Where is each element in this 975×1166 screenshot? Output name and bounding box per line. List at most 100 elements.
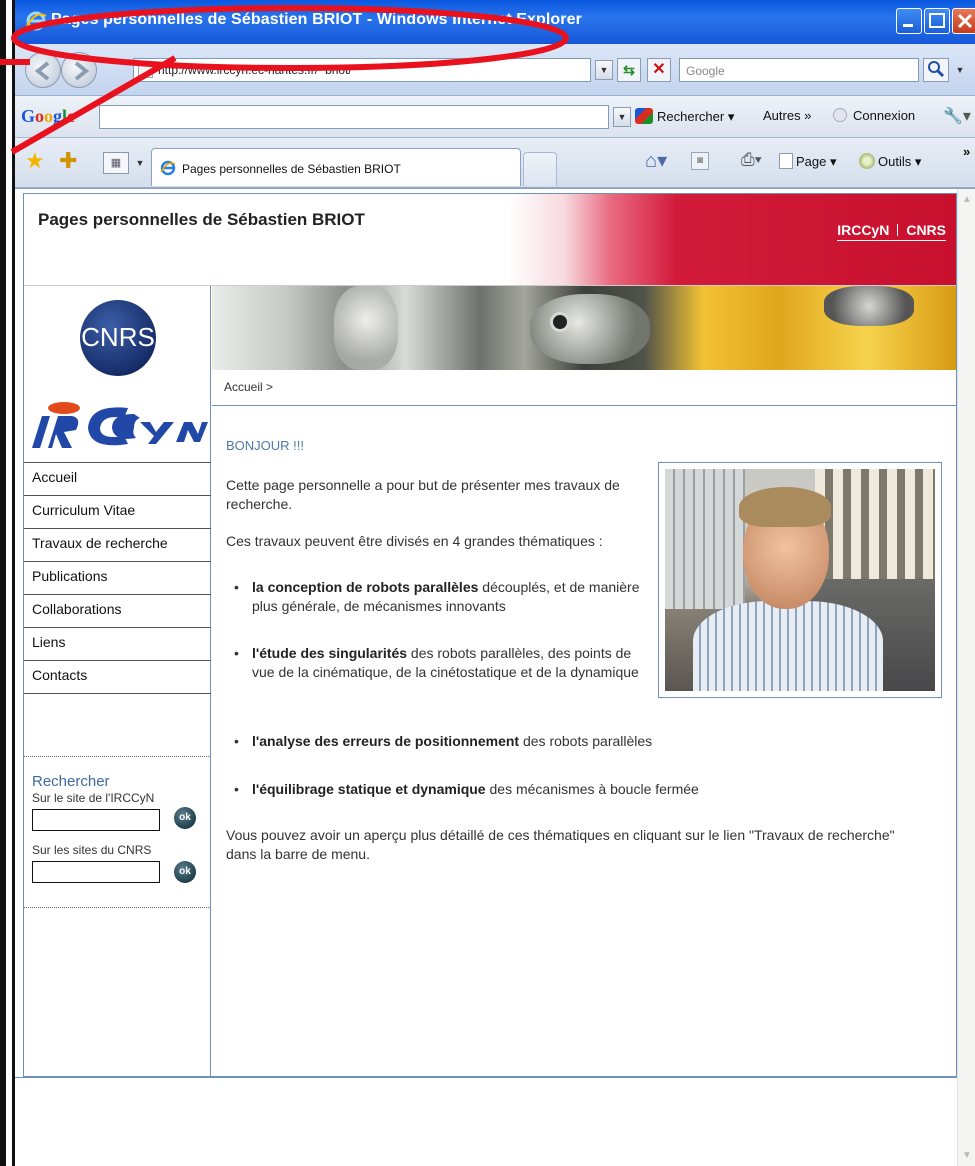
- tab-bar: ★ ✚ ▦ ▼ Pages personnelles de Sébastien …: [15, 138, 975, 188]
- google-search-icon: [635, 108, 653, 124]
- url-input[interactable]: http://www.irccyn.ec-nantes.fr/~briot/: [133, 58, 591, 82]
- close-icon: [957, 13, 973, 29]
- stop-button[interactable]: ✕: [647, 58, 671, 82]
- tools-menu-button[interactable]: Outils ▾: [859, 153, 921, 170]
- breadcrumb[interactable]: Accueil >: [224, 380, 273, 394]
- print-icon[interactable]: ⎙▾: [741, 150, 762, 170]
- greeting-heading: BONJOUR !!!: [226, 438, 305, 453]
- main-menu: Accueil Curriculum Vitae Travaux de rech…: [24, 462, 211, 694]
- cnrs-search-ok-button[interactable]: ok: [174, 861, 196, 883]
- menu-item-liens[interactable]: Liens: [24, 628, 211, 661]
- refresh-button[interactable]: ⇆: [617, 58, 641, 82]
- search-panel-title: Rechercher: [32, 773, 110, 790]
- add-favorites-icon[interactable]: ✚: [59, 150, 77, 172]
- link-irccyn[interactable]: IRCCyN: [837, 222, 889, 238]
- scroll-down-icon[interactable]: ▼: [960, 1149, 974, 1163]
- google-search-input[interactable]: [99, 105, 609, 129]
- tab-title: Pages personnelles de Sébastien BRIOT: [182, 162, 401, 176]
- google-history-dropdown[interactable]: ▼: [613, 107, 631, 127]
- google-logo[interactable]: Google: [21, 106, 75, 127]
- title-bar: Pages personnelles de Sébastien BRIOT - …: [15, 0, 975, 44]
- institution-links: IRCCyN CNRS: [837, 222, 946, 241]
- window-title: Pages personnelles de Sébastien BRIOT - …: [51, 11, 582, 28]
- close-button[interactable]: [952, 8, 975, 34]
- irccyn-search-ok-button[interactable]: ok: [174, 807, 196, 829]
- back-arrow-icon: [34, 61, 50, 81]
- cnrs-search-input[interactable]: [32, 861, 160, 883]
- live-search-input[interactable]: Google: [679, 58, 919, 82]
- favorites-star-icon[interactable]: ★: [25, 150, 45, 172]
- screenshot-frame: Pages personnelles de Sébastien BRIOT - …: [0, 0, 975, 1166]
- tab-list-dropdown[interactable]: ▼: [133, 152, 147, 174]
- url-history-dropdown[interactable]: ▼: [595, 60, 613, 80]
- theme-item: l'analyse des erreurs de positionnement …: [234, 732, 892, 751]
- maximize-icon: [929, 13, 945, 28]
- maximize-button[interactable]: [924, 8, 950, 34]
- tab-current[interactable]: Pages personnelles de Sébastien BRIOT: [151, 148, 521, 186]
- minimize-icon: [903, 24, 913, 27]
- robot-banner-image: [212, 286, 956, 370]
- left-sidebar: CNRS Accueil Curriculum Vitae Travaux de…: [24, 286, 211, 1076]
- new-tab-button[interactable]: [523, 152, 557, 186]
- themes-intro: Ces travaux peuvent être divisés en 4 gr…: [226, 533, 603, 549]
- main-content: BONJOUR !!! Cette page personnelle a pou…: [212, 406, 956, 1076]
- site-title: Pages personnelles de Sébastien BRIOT: [38, 210, 365, 229]
- irccyn-search-input[interactable]: [32, 809, 160, 831]
- account-icon: [833, 108, 847, 122]
- ie-logo-icon: [26, 11, 47, 31]
- irccyn-logo[interactable]: [28, 398, 208, 452]
- google-toolbar: Google ▼ Rechercher ▾ Autres » Connexion…: [15, 96, 975, 138]
- toolbar-overflow-button[interactable]: »: [963, 144, 970, 159]
- page-menu-button[interactable]: Page ▾: [779, 153, 837, 170]
- theme-item: l'étude des singularités des robots para…: [234, 644, 642, 682]
- links-underline: [837, 240, 946, 241]
- google-connect-button[interactable]: Connexion: [833, 108, 915, 123]
- search-button[interactable]: [923, 58, 949, 82]
- ie-tab-icon: [160, 160, 176, 176]
- cnrs-logo[interactable]: CNRS: [80, 300, 156, 376]
- intro-paragraph: Cette page personnelle a pour but de pré…: [226, 477, 620, 512]
- url-text: http://www.irccyn.ec-nantes.fr/~briot/: [158, 63, 352, 77]
- menu-item-contacts[interactable]: Contacts: [24, 661, 211, 694]
- quick-tabs-icon[interactable]: ▦: [103, 152, 129, 174]
- forward-button[interactable]: [61, 52, 97, 88]
- site-header: Pages personnelles de Sébastien BRIOT IR…: [24, 194, 956, 286]
- feeds-icon[interactable]: ◙: [691, 152, 709, 170]
- theme-item: l'équilibrage statique et dynamique des …: [234, 780, 892, 799]
- forward-arrow-icon: [74, 61, 90, 81]
- home-icon[interactable]: ⌂▾: [645, 148, 667, 173]
- page-divider: [15, 1077, 957, 1078]
- address-bar: http://www.irccyn.ec-nantes.fr/~briot/ ▼…: [15, 44, 975, 96]
- link-separator: [897, 224, 899, 236]
- theme-item: la conception de robots parallèles décou…: [234, 578, 642, 616]
- frame-border-left: [0, 0, 6, 1166]
- portrait-photo: [658, 462, 942, 698]
- breadcrumb-bar: Accueil >: [212, 370, 956, 406]
- website: Pages personnelles de Sébastien BRIOT IR…: [23, 193, 957, 1077]
- menu-item-collaborations[interactable]: Collaborations: [24, 595, 211, 628]
- link-cnrs[interactable]: CNRS: [906, 222, 946, 238]
- scroll-up-icon[interactable]: ▲: [960, 193, 974, 207]
- outro-paragraph: Vous pouvez avoir un aperçu plus détaill…: [226, 827, 895, 862]
- page-icon: [779, 153, 793, 169]
- search-placeholder: Google: [686, 64, 725, 78]
- google-more-button[interactable]: Autres »: [763, 108, 811, 123]
- gear-icon: [859, 153, 875, 169]
- irccyn-search-label: Sur le site de l'IRCCyN: [32, 791, 155, 805]
- site-search-panel: Rechercher Sur le site de l'IRCCyN ok Su…: [24, 756, 211, 908]
- page-icon: [138, 62, 153, 78]
- google-search-button[interactable]: Rechercher ▾: [635, 108, 734, 125]
- page-viewport: Pages personnelles de Sébastien BRIOT IR…: [15, 188, 975, 1166]
- cnrs-search-label: Sur les sites du CNRS: [32, 843, 152, 857]
- menu-item-travaux[interactable]: Travaux de recherche: [24, 529, 211, 562]
- browser-window: Pages personnelles de Sébastien BRIOT - …: [15, 0, 975, 1166]
- wrench-icon[interactable]: 🔧▾: [943, 106, 971, 126]
- search-options-dropdown[interactable]: ▼: [951, 58, 969, 82]
- menu-item-publications[interactable]: Publications: [24, 562, 211, 595]
- back-button[interactable]: [25, 52, 61, 88]
- magnifier-icon: [928, 61, 945, 78]
- vertical-scrollbar[interactable]: ▲ ▼: [957, 189, 975, 1166]
- menu-item-cv[interactable]: Curriculum Vitae: [24, 496, 211, 529]
- minimize-button[interactable]: [896, 8, 922, 34]
- menu-item-accueil[interactable]: Accueil: [24, 463, 211, 496]
